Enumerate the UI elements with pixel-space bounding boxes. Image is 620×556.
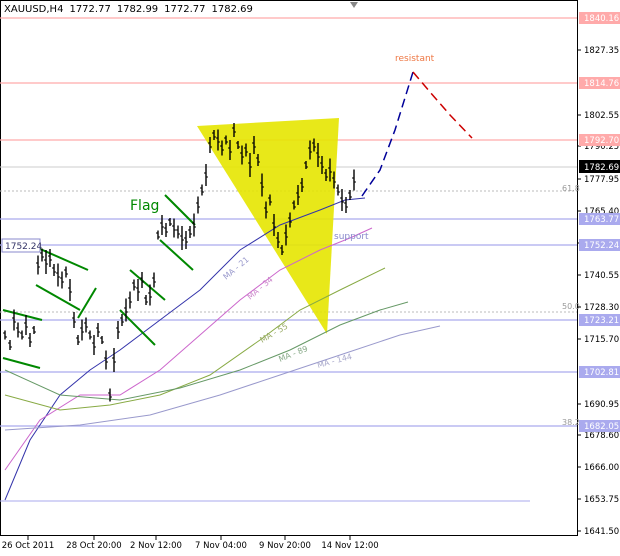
level-label: 1792.70 (584, 136, 619, 146)
left-level-label: 1752.24 (5, 242, 42, 252)
time-tick-label: 26 Oct 2011 (2, 541, 55, 551)
level-label: 1682.05 (584, 422, 619, 432)
level-label: 1752.24 (584, 241, 619, 251)
price-tick-label: 1740.55 (584, 271, 619, 281)
price-tick-label: 1690.95 (584, 400, 619, 410)
flag-label: Flag (130, 198, 159, 214)
time-axis[interactable]: 26 Oct 2011 28 Oct 20:00 2 Nov 12:00 7 Nov … (2, 535, 379, 551)
open-value: 1772.77 (69, 4, 111, 15)
close-value: 1782.69 (211, 4, 253, 15)
price-tick-label: 1666.00 (584, 463, 619, 473)
support-label: support (334, 232, 369, 242)
level-label: 1814.76 (584, 79, 619, 89)
level-label: 1763.77 (584, 215, 619, 225)
price-tick-label: 1777.95 (584, 175, 619, 185)
time-tick-label: 14 Nov 12:00 (321, 541, 378, 551)
price-tick-label: 1827.35 (584, 46, 619, 56)
time-tick-label: 28 Oct 20:00 (66, 541, 121, 551)
price-axis[interactable]: 1827.351802.551790.251777.951765.401752.… (577, 12, 620, 537)
price-chart[interactable]: Flag support resistant 61.8 50.0 38.2 MA… (0, 0, 620, 552)
price-tick-label: 1728.30 (584, 303, 619, 313)
price-tick-label: 1641.50 (584, 527, 619, 537)
low-value: 1772.77 (164, 4, 206, 15)
current-price-label: 1782.69 (584, 163, 619, 173)
chart-window[interactable]: Flag support resistant 61.8 50.0 38.2 MA… (0, 0, 620, 552)
level-label: 1840.16 (584, 14, 619, 24)
fib-61-label: 61.8 (562, 184, 580, 193)
time-tick-label: 7 Nov 04:00 (195, 541, 247, 551)
time-tick-label: 9 Nov 20:00 (259, 541, 311, 551)
price-tick-label: 1802.55 (584, 111, 619, 121)
resistant-label: resistant (395, 54, 435, 64)
price-tick-label: 1653.75 (584, 495, 619, 505)
fib-38-label: 38.2 (562, 418, 580, 427)
symbol-label: XAUUSD,H4 (4, 4, 64, 15)
price-tick-label: 1678.60 (584, 431, 619, 441)
level-label: 1702.81 (584, 368, 619, 378)
level-label: 1723.21 (584, 316, 619, 326)
time-tick-label: 2 Nov 12:00 (130, 541, 182, 551)
price-tick-label: 1715.70 (584, 335, 619, 345)
chart-header: XAUUSD,H4 1772.77 1782.99 1772.77 1782.69 (4, 4, 259, 15)
high-value: 1782.99 (116, 4, 159, 15)
